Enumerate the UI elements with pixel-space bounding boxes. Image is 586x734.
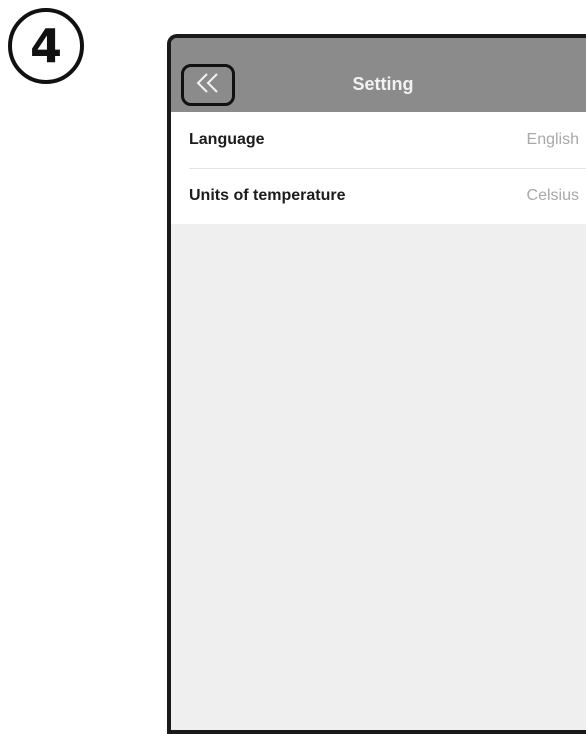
temperature-units-value: Celsius	[526, 187, 579, 204]
language-label: Language	[189, 131, 265, 148]
temperature-units-label: Units of temperature	[189, 187, 346, 204]
nav-bar: Setting	[171, 38, 586, 112]
settings-row-language[interactable]: Language English	[171, 112, 586, 168]
language-value: English	[526, 131, 579, 148]
language-value-group: English	[527, 131, 586, 150]
settings-row-temperature-units[interactable]: Units of temperature Celsius	[171, 168, 586, 224]
phone-screen: Setting Language English Units of temper…	[167, 34, 586, 734]
step-number: 4	[29, 19, 62, 73]
page-title: Setting	[352, 74, 414, 94]
temperature-units-value-group: Celsius	[527, 187, 586, 206]
settings-list: Language English Units of temperature Ce…	[171, 112, 586, 224]
step-number-badge: 4	[8, 8, 84, 84]
